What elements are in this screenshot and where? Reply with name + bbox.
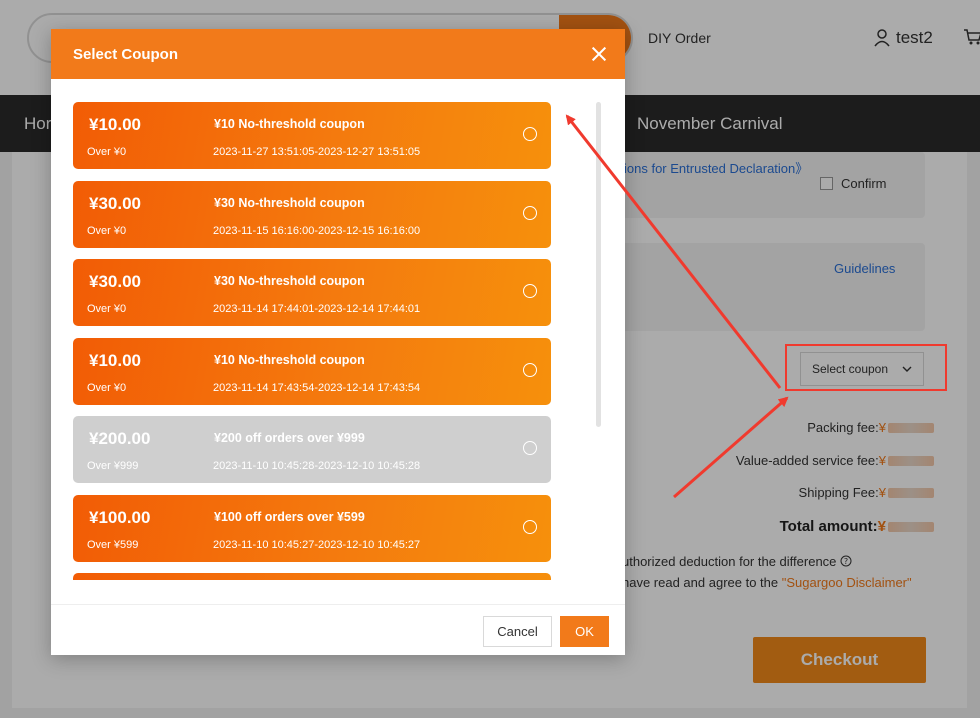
coupon-radio[interactable] — [523, 205, 537, 220]
coupon-title: ¥10 No-threshold coupon — [214, 117, 365, 131]
select-coupon-modal: Select Coupon ¥10.00 Over ¥0 ¥10 No-thresh… — [51, 29, 625, 655]
coupon-threshold: Over ¥0 — [87, 224, 127, 237]
coupon-validity: 2023-11-10 10:45:27-2023-12-10 10:45:27 — [213, 538, 421, 551]
coupon-threshold: Over ¥0 — [87, 303, 127, 315]
coupon-card[interactable]: ¥30.00 Over ¥0 ¥30 No-threshold coupon 2023… — [73, 180, 551, 248]
coupon-title: ¥30 No-threshold coupon — [214, 195, 365, 210]
coupon-list: ¥10.00 Over ¥0 ¥10 No-threshold coupon 2023… — [73, 102, 551, 580]
coupon-validity: 2023-11-15 16:16:00-2023-12-15 16:16:00 — [213, 224, 421, 237]
coupon-threshold: Over ¥999 — [87, 460, 139, 472]
coupon-radio[interactable] — [523, 362, 537, 377]
scrollbar[interactable] — [596, 102, 601, 427]
coupon-amount: ¥200.00 — [89, 429, 151, 448]
coupon-radio[interactable] — [523, 127, 537, 141]
coupon-title: ¥200 off orders over ¥999 — [214, 431, 365, 445]
coupon-validity: 2023-11-14 17:43:54-2023-12-14 17:43:54 — [213, 381, 421, 394]
coupon-amount: ¥30.00 — [89, 193, 141, 213]
coupon-threshold: Over ¥599 — [87, 538, 139, 551]
modal-footer: Cancel OK — [51, 604, 625, 655]
coupon-title: ¥100 off orders over ¥599 — [214, 509, 365, 524]
coupon-amount: ¥10.00 — [89, 350, 141, 370]
coupon-amount: ¥30.00 — [89, 272, 141, 291]
coupon-card[interactable]: ¥200.00 Over ¥999 ¥200 off orders over ¥99… — [73, 416, 551, 483]
coupon-card[interactable]: ¥10.00 Over ¥0 ¥10 No-threshold coupon 2023… — [73, 102, 551, 169]
coupon-card[interactable] — [73, 573, 551, 580]
annotation-highlight-box — [785, 344, 947, 391]
coupon-card[interactable]: ¥10.00 Over ¥0 ¥10 No-threshold coupon 2023… — [73, 337, 551, 405]
modal-header: Select Coupon — [51, 29, 625, 79]
coupon-card[interactable]: ¥30.00 Over ¥0 ¥30 No-threshold coupon 2023… — [73, 259, 551, 326]
coupon-card[interactable]: ¥100.00 Over ¥599 ¥100 off orders over ¥59… — [73, 494, 551, 562]
coupon-radio[interactable] — [523, 441, 537, 455]
coupon-validity: 2023-11-14 17:44:01-2023-12-14 17:44:01 — [213, 303, 421, 315]
coupon-validity: 2023-11-10 10:45:28-2023-12-10 10:45:28 — [213, 460, 421, 472]
cancel-button[interactable]: Cancel — [483, 616, 552, 647]
close-icon[interactable] — [591, 46, 607, 62]
coupon-radio[interactable] — [523, 284, 537, 298]
coupon-title: ¥10 No-threshold coupon — [214, 352, 365, 367]
coupon-amount: ¥10.00 — [89, 115, 141, 134]
coupon-validity: 2023-11-27 13:51:05-2023-12-27 13:51:05 — [213, 146, 421, 158]
coupon-radio[interactable] — [523, 519, 537, 534]
coupon-threshold: Over ¥0 — [87, 146, 127, 158]
coupon-amount: ¥100.00 — [89, 507, 151, 527]
modal-title: Select Coupon — [73, 45, 179, 63]
coupon-threshold: Over ¥0 — [87, 381, 127, 394]
coupon-title: ¥30 No-threshold coupon — [214, 274, 365, 288]
ok-button[interactable]: OK — [560, 616, 609, 647]
